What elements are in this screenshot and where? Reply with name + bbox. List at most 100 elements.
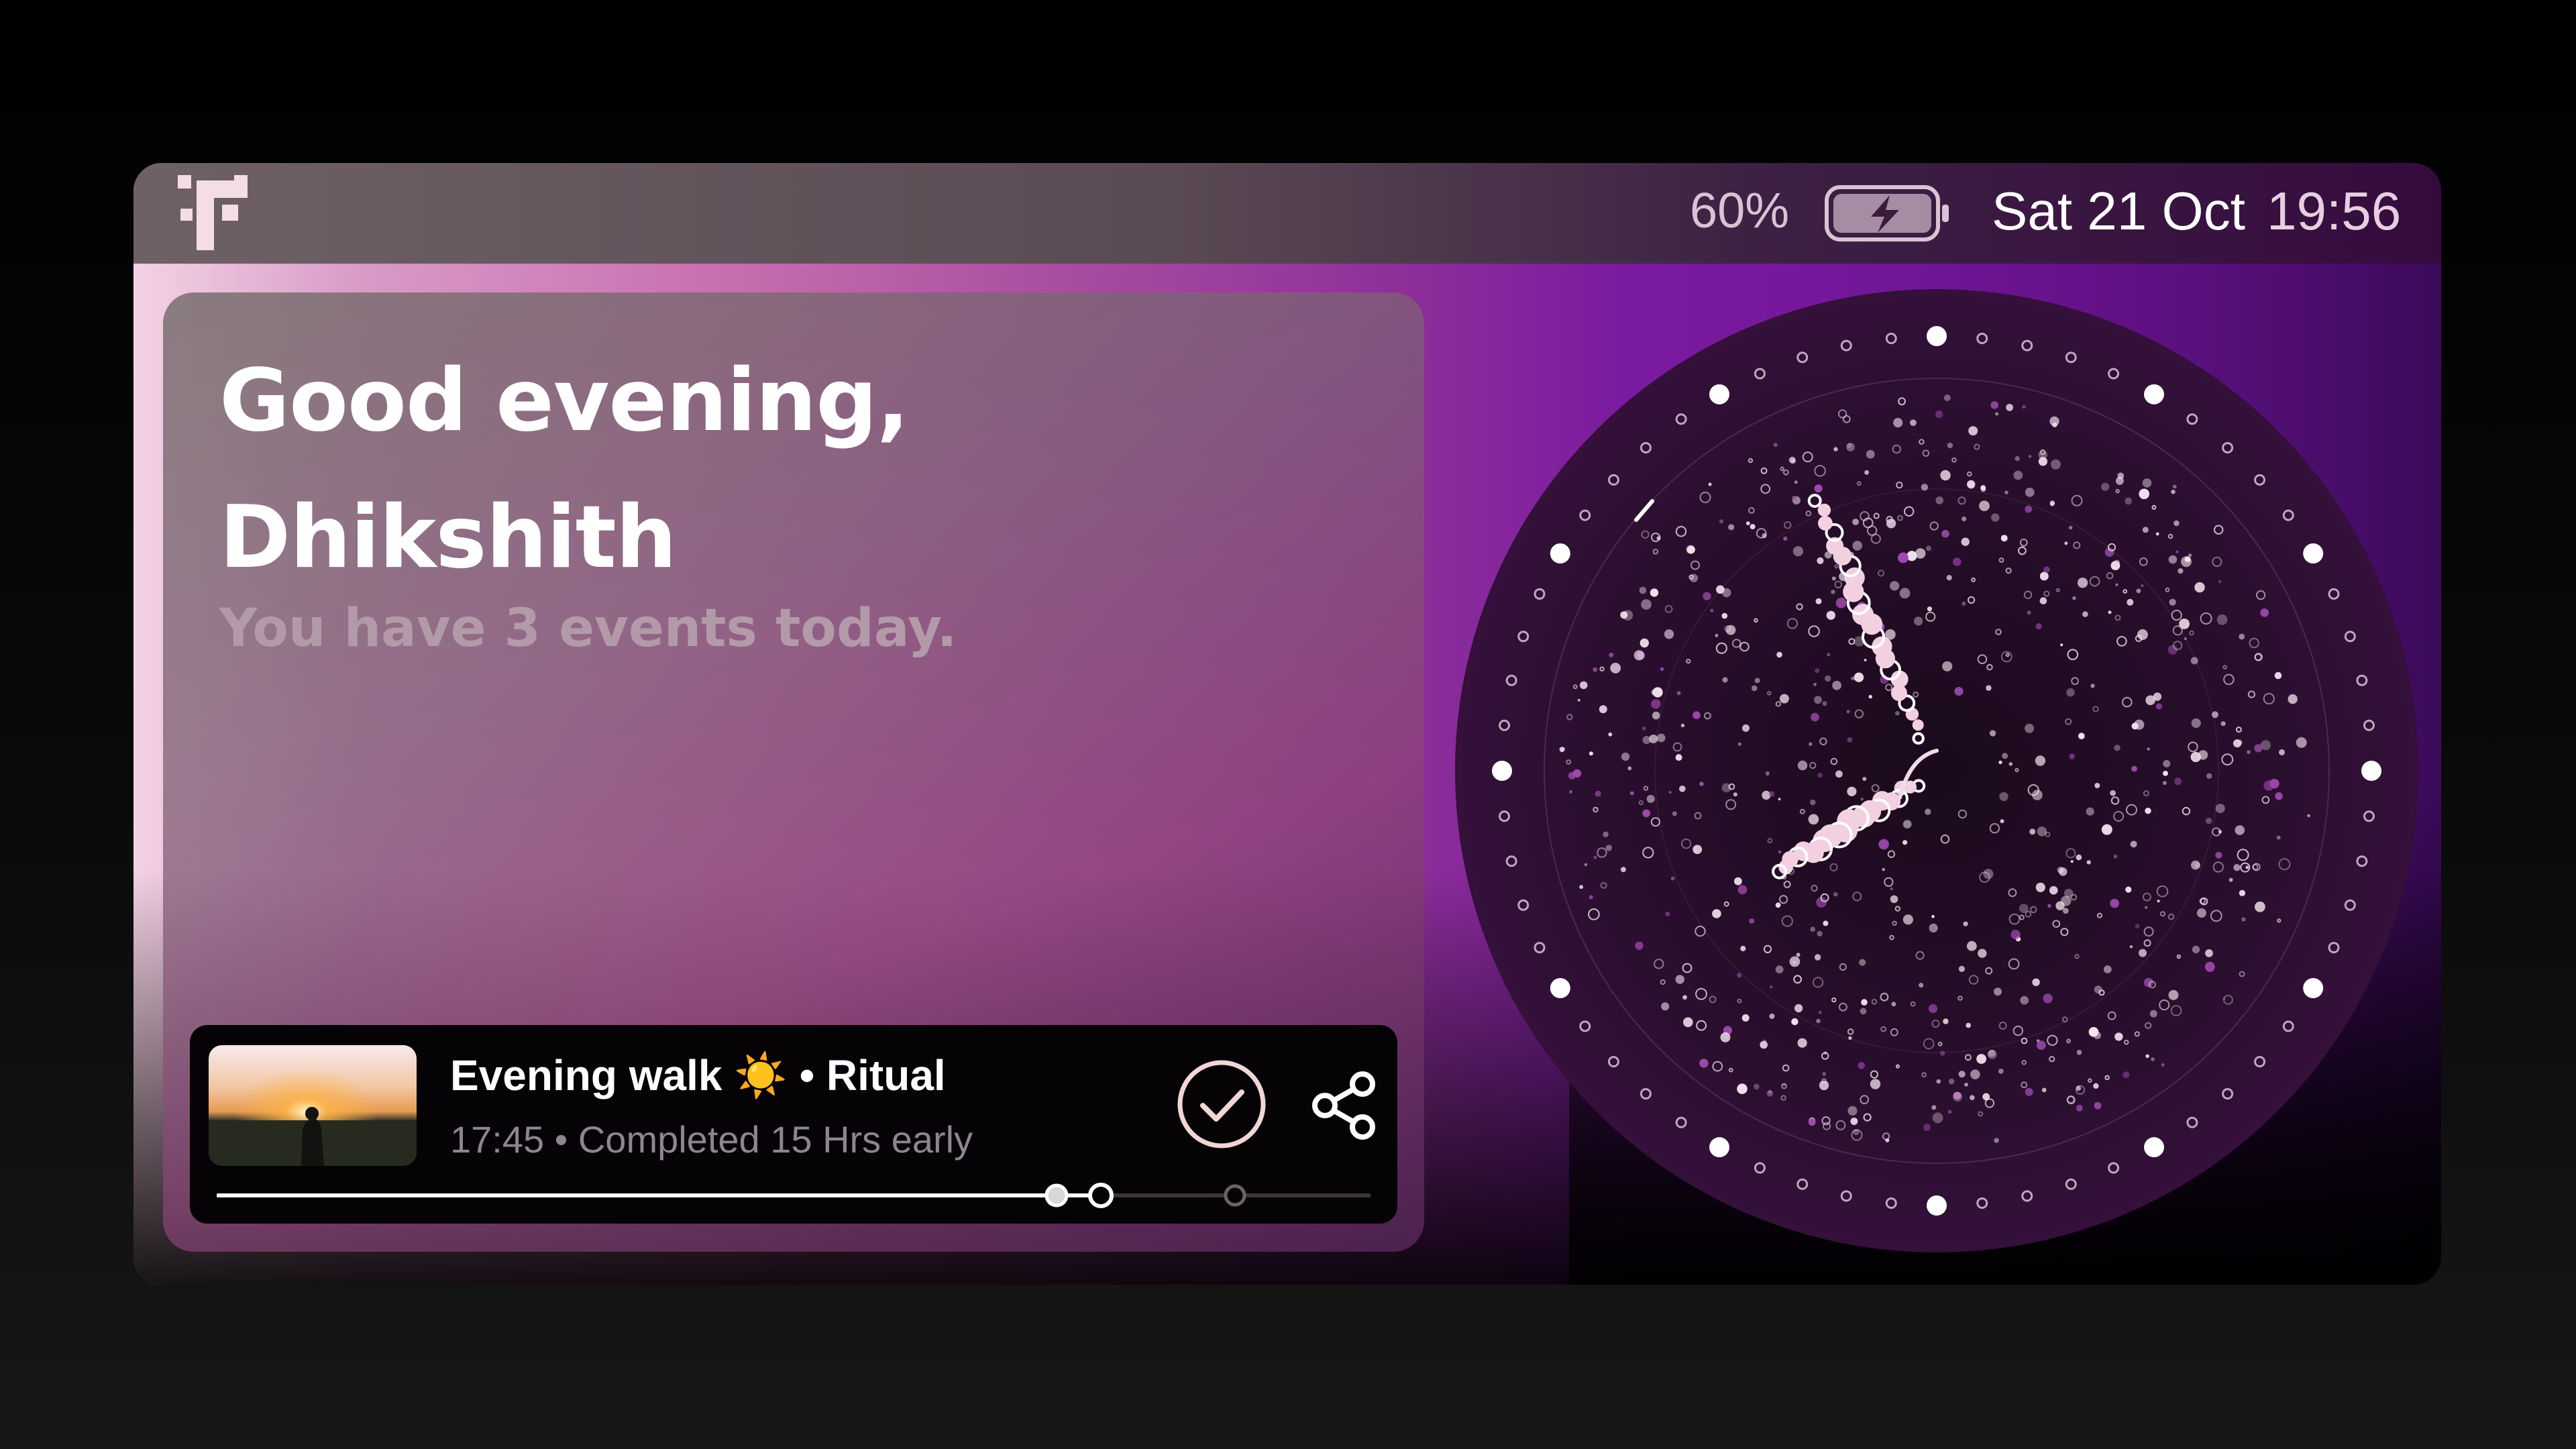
clock-particle [1789,956,1801,967]
clock-particle [1589,895,1593,900]
clock-particle [2038,457,2047,466]
sun-emoji-icon: ☀️ [734,1051,788,1099]
clock-particle [1868,694,1872,699]
clock-particle [1816,1018,1821,1024]
clock-particle [1978,949,1987,958]
clock-particle [2239,633,2245,640]
event-timeline[interactable] [217,1175,1371,1216]
clock-particle [1608,732,1613,737]
clock-particle [1835,770,1843,778]
clock-particle [1642,809,1650,818]
clock-particle [2000,535,2008,542]
clock-minute-hand-bead [1912,719,1924,731]
clock-particle [2174,777,2182,786]
clock-particle [2086,860,2091,865]
clock-particle [2157,900,2160,903]
clock-particle [2000,819,2004,824]
clock-particle [2174,520,2180,527]
clock-particle [2307,814,2310,818]
clock-particle [1775,965,1784,974]
clock-particle [1703,592,1711,600]
status-date: Sat 21 Oct [1992,181,2245,241]
clock-particle [1935,496,1943,504]
clock-particle [1770,985,1773,989]
clock-particle [1665,912,1670,916]
clock-particle [1878,839,1889,850]
clock-minute-hand-bead [1852,604,1874,625]
pixel-t-logo-icon[interactable] [178,175,248,250]
clock-particle [1635,941,1644,950]
timeline-marker-current[interactable] [1088,1183,1114,1208]
clock-particle [2125,886,2132,893]
clock-particle [1737,1083,1748,1094]
clock-particle [1921,484,1929,491]
clock-particle [1810,926,1815,932]
clock-particle [2269,779,2279,789]
clock-particle [1668,791,1672,794]
clock-particle [1927,606,1932,612]
clock-particle [1847,786,1857,796]
clock-particle [2279,749,2285,755]
clock-particle [1749,918,1755,924]
clock-hour-marker [2144,1137,2164,1158]
clock-particle [1910,419,1917,427]
clock-particle [2050,502,2054,506]
clock-particle [2039,597,2047,604]
clock-particle [2108,610,2112,614]
clock-particle [1882,867,1886,871]
clock-particle [1853,1129,1860,1136]
clock-particle [2061,896,2072,906]
clock-particle [1940,1051,1945,1056]
clock-particle [2006,404,2013,411]
clock-particle [1620,867,1626,873]
clock-particle [1680,723,1685,728]
clock-particle [1627,766,1632,771]
event-card[interactable]: Evening walk ☀️ • Ritual 17:45 • Complet… [190,1025,1397,1224]
clock-hour-marker [1709,1137,1729,1158]
clock-particle [2076,854,2082,861]
clock-hour-marker [1927,326,1947,346]
clock-particle [2051,459,2061,470]
clock-particle [1779,694,1789,704]
clock-particle [2142,527,2149,533]
clock-particle [1599,705,1607,714]
clock-particle [1931,1105,1937,1110]
clock-particle [1741,1014,1750,1022]
share-icon[interactable] [1307,1069,1380,1142]
clock-particle [2002,753,2008,759]
clock-particle [1862,777,1867,782]
clock-particle [1859,959,1866,966]
clock-particle [2114,1032,2123,1041]
clock-particle [2114,745,2121,751]
check-circle-icon[interactable] [1176,1059,1267,1150]
clock-particle [1737,973,1742,978]
clock-particle [1808,814,1819,825]
clock-particle [1605,845,1612,851]
clock-particle [2072,596,2076,600]
clock-particle [2094,783,2100,788]
clock-particle [1970,1069,1980,1079]
clock-particle [1962,516,1967,522]
timeline-marker-start[interactable] [1044,1183,1069,1208]
clock-particle [1885,1138,1890,1142]
clock-particle [2204,961,2215,972]
clock-particle [1813,682,1817,686]
clock-particle [2028,455,2032,458]
clock-particle [1775,902,1781,908]
clock-particle [1721,612,1728,619]
clock-particle [1891,1002,1896,1007]
clock-hour-marker [2303,978,2324,998]
clock-particle [1962,601,1966,606]
clock-particle [1675,754,1682,761]
clock-particle [1593,667,1598,672]
clock-particle [1733,792,1737,797]
clock-particle [2220,721,2226,727]
clock-particle [2296,737,2307,748]
clock-particle [1963,921,1968,926]
clock-particle [1661,1002,1670,1011]
clock-particle [2145,808,2151,814]
clock-particle [1940,470,1951,481]
clock-particle [1778,798,1781,801]
timeline-marker-next[interactable] [1224,1184,1246,1207]
clock-particle [2190,657,2198,665]
